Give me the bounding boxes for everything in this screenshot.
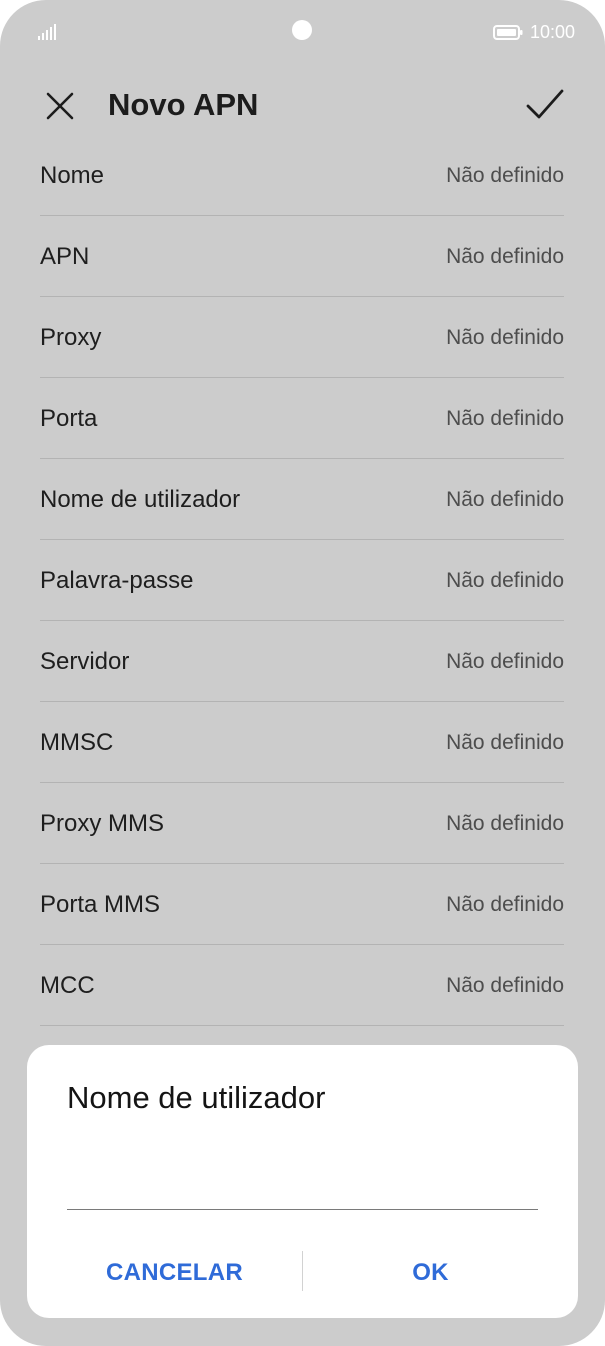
ok-button[interactable]: OK <box>303 1245 558 1301</box>
field-value: Não definido <box>446 164 564 187</box>
apn-settings-list: Nome Não definido APN Não definido Proxy… <box>40 135 564 1026</box>
list-item-servidor[interactable]: Servidor Não definido <box>40 621 564 702</box>
battery-icon <box>493 25 523 40</box>
field-value: Não definido <box>446 812 564 835</box>
field-value: Não definido <box>446 245 564 268</box>
field-label: APN <box>40 243 90 270</box>
field-value: Não definido <box>446 326 564 349</box>
field-value: Não definido <box>446 569 564 592</box>
field-value: Não definido <box>446 893 564 916</box>
page-title: Novo APN <box>108 87 259 122</box>
field-value: Não definido <box>446 650 564 673</box>
list-item-porta-mms[interactable]: Porta MMS Não definido <box>40 864 564 945</box>
cancel-button[interactable]: CANCELAR <box>47 1245 302 1301</box>
app-header: Novo APN <box>0 70 605 140</box>
field-label: Palavra-passe <box>40 567 194 594</box>
check-icon[interactable] <box>522 82 568 128</box>
phone-screen: 10:00 Novo APN Nome Não definido APN Não… <box>0 0 605 1346</box>
list-item-palavra-passe[interactable]: Palavra-passe Não definido <box>40 540 564 621</box>
field-label: Servidor <box>40 648 130 675</box>
field-label: MCC <box>40 972 95 999</box>
signal-icon <box>38 24 56 40</box>
field-value: Não definido <box>446 974 564 997</box>
close-icon[interactable] <box>40 86 80 126</box>
list-item-proxy[interactable]: Proxy Não definido <box>40 297 564 378</box>
list-item-apn[interactable]: APN Não definido <box>40 216 564 297</box>
list-item-mmsc[interactable]: MMSC Não definido <box>40 702 564 783</box>
dialog-title: Nome de utilizador <box>67 1080 326 1115</box>
field-value: Não definido <box>446 731 564 754</box>
username-input[interactable] <box>67 1165 538 1210</box>
field-label: Proxy MMS <box>40 810 165 837</box>
field-label: MMSC <box>40 729 114 756</box>
field-label: Porta <box>40 405 98 432</box>
field-label: Nome <box>40 162 105 189</box>
field-value: Não definido <box>446 488 564 511</box>
status-bar: 10:00 <box>0 0 605 64</box>
field-label: Proxy <box>40 324 102 351</box>
field-value: Não definido <box>446 407 564 430</box>
list-item-nome[interactable]: Nome Não definido <box>40 135 564 216</box>
list-item-porta[interactable]: Porta Não definido <box>40 378 564 459</box>
field-label: Porta MMS <box>40 891 161 918</box>
field-label: Nome de utilizador <box>40 486 241 513</box>
list-item-nome-de-utilizador[interactable]: Nome de utilizador Não definido <box>40 459 564 540</box>
camera-cutout <box>292 20 312 40</box>
username-dialog: Nome de utilizador CANCELAR OK <box>27 1045 578 1318</box>
list-item-mcc[interactable]: MCC Não definido <box>40 945 564 1026</box>
list-item-proxy-mms[interactable]: Proxy MMS Não definido <box>40 783 564 864</box>
status-time: 10:00 <box>530 22 576 42</box>
